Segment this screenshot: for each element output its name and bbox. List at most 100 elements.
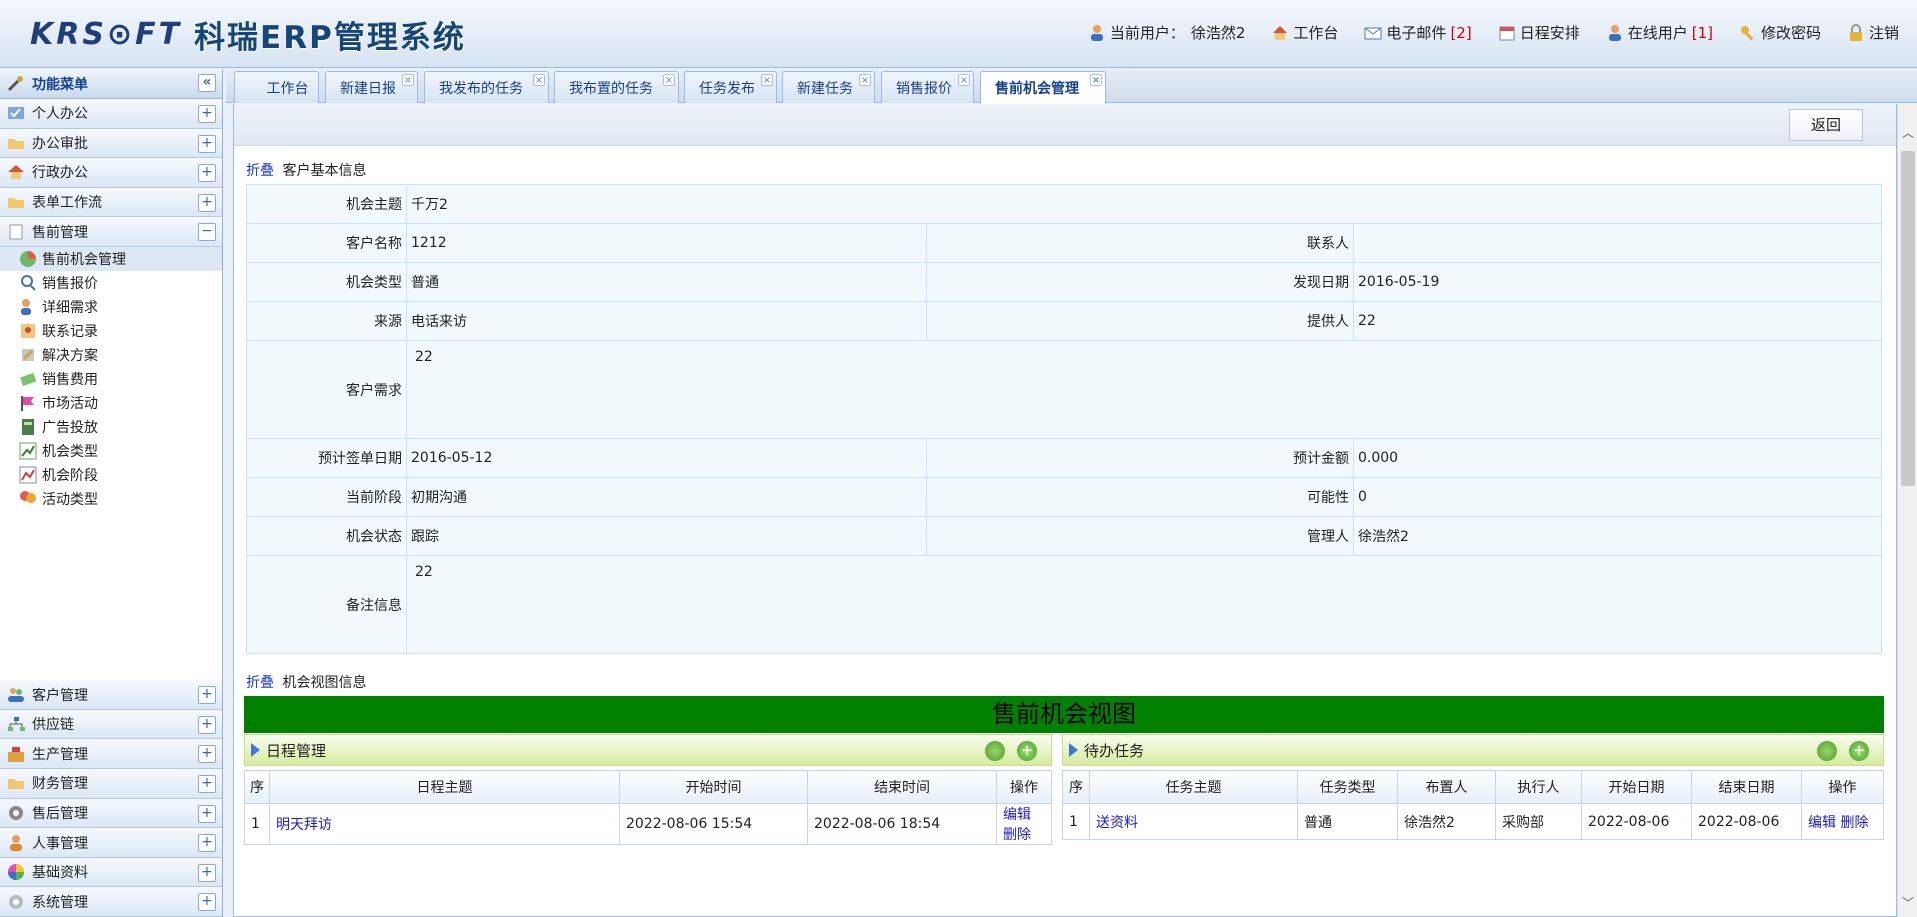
expand-arrow-icon[interactable] <box>251 743 260 757</box>
expand-icon[interactable]: + <box>198 686 216 705</box>
sidebar-item-opportunity[interactable]: 售前机会管理 <box>0 246 222 271</box>
sidebar-item-ads[interactable]: 广告投放 <box>0 415 222 439</box>
field-label: 发现日期 <box>926 262 1354 302</box>
email-link[interactable]: 电子邮件 [2] <box>1364 22 1472 43</box>
column-header: 操作 <box>1801 770 1884 804</box>
sidebar-group-system[interactable]: 系统管理 + <box>0 887 222 917</box>
fold-link[interactable]: 折叠 <box>246 675 274 691</box>
chart-icon <box>19 442 37 460</box>
edit-link[interactable]: 编辑 <box>1808 815 1836 831</box>
collapse-icon[interactable]: − <box>198 223 216 242</box>
tab-workbench[interactable]: 工作台 <box>234 71 319 103</box>
refresh-icon[interactable] <box>1817 741 1837 761</box>
sidebar-group-form-workflow[interactable]: 表单工作流 + <box>0 187 222 218</box>
scroll-down-icon[interactable]: ﹀ <box>1901 894 1915 911</box>
scrollbar-thumb[interactable] <box>1901 151 1915 486</box>
field-label: 联系人 <box>926 223 1354 263</box>
expand-icon[interactable]: + <box>198 863 216 882</box>
field-label: 可能性 <box>926 477 1354 517</box>
expand-icon[interactable]: + <box>198 745 216 764</box>
sidebar-item-quote[interactable]: 销售报价 <box>0 271 222 295</box>
fold-link[interactable]: 折叠 <box>246 163 274 179</box>
tab-sales-quote[interactable]: 销售报价 × <box>881 71 974 103</box>
expand-icon[interactable]: + <box>198 164 216 183</box>
expand-icon[interactable]: + <box>198 804 216 823</box>
edit-link[interactable]: 编辑 <box>1003 807 1031 823</box>
scroll-up-icon[interactable]: ︿ <box>1901 124 1915 141</box>
view-section-title: 折叠 机会视图信息 <box>246 672 366 692</box>
delete-link[interactable]: 删除 <box>1003 827 1031 843</box>
sidebar-group-hr[interactable]: 人事管理 + <box>0 828 222 858</box>
expand-icon[interactable]: + <box>198 193 216 212</box>
sidebar-group-supply-chain[interactable]: 供应链 + <box>0 709 222 740</box>
close-icon[interactable]: × <box>859 74 871 86</box>
expand-icon[interactable]: + <box>198 105 216 123</box>
delete-link[interactable]: 删除 <box>1840 815 1868 831</box>
sidebar-item-opportunity-stages[interactable]: 机会阶段 <box>0 463 222 487</box>
sidebar-item-requirements[interactable]: 详细需求 <box>0 295 222 319</box>
sidebar-group-finance[interactable]: 财务管理 + <box>0 769 222 799</box>
back-button[interactable]: 返回 <box>1789 109 1863 141</box>
tab-bar: 工作台 新建日报 × 我发布的任务 × 我布置的任务 × 任务发布 × 新建任务 × 销售… <box>226 69 1917 104</box>
schedule-panel-header: 日程管理 + <box>244 734 1052 766</box>
sidebar-group-approval[interactable]: 办公审批 + <box>0 128 222 159</box>
schedule-subject-link[interactable]: 明天拜访 <box>276 817 332 833</box>
logout-link[interactable]: 注销 <box>1847 22 1899 43</box>
add-icon[interactable]: + <box>1849 741 1869 761</box>
content-toolbar: 返回 <box>234 104 1896 146</box>
sidebar-item-opportunity-types[interactable]: 机会类型 <box>0 439 222 463</box>
sidebar-item-activity-types[interactable]: 活动类型 <box>0 487 222 511</box>
close-icon[interactable]: × <box>1090 74 1102 86</box>
sidebar-group-personal[interactable]: 个人办公 + <box>0 99 222 129</box>
workbench-link[interactable]: 工作台 <box>1271 22 1338 43</box>
refresh-icon[interactable] <box>985 741 1005 761</box>
task-end-date: 2022-08-06 <box>1691 803 1802 840</box>
sidebar-group-admin[interactable]: 行政办公 + <box>0 158 222 188</box>
sidebar-group-after-sales[interactable]: 售后管理 + <box>0 798 222 829</box>
current-user-name: 徐浩然2 <box>1190 24 1246 42</box>
tab-task-publish[interactable]: 任务发布 × <box>684 71 777 103</box>
add-icon[interactable]: + <box>1017 741 1037 761</box>
pie-chart-icon <box>20 250 36 267</box>
close-icon[interactable]: × <box>663 74 675 86</box>
expand-icon[interactable]: + <box>198 775 216 794</box>
sidebar-group-customers[interactable]: 客户管理 + <box>0 680 222 710</box>
calendar-icon <box>1499 26 1515 40</box>
sidebar-group-production[interactable]: 生产管理 + <box>0 739 222 770</box>
tab-label: 我发布的任务 <box>439 80 523 97</box>
expand-icon[interactable]: + <box>198 834 216 853</box>
tab-my-published-tasks[interactable]: 我发布的任务 × <box>424 71 549 103</box>
expand-icon[interactable]: + <box>198 715 216 734</box>
tab-new-task[interactable]: 新建任务 × <box>782 71 875 103</box>
task-start-date: 2022-08-06 <box>1581 803 1692 840</box>
tab-my-assigned-tasks[interactable]: 我布置的任务 × <box>554 71 679 103</box>
sidebar-item-solutions[interactable]: 解决方案 <box>0 343 222 367</box>
sidebar-item-expenses[interactable]: 销售费用 <box>0 367 222 391</box>
mail-icon <box>1364 27 1382 39</box>
change-password-link[interactable]: 修改密码 <box>1739 22 1821 43</box>
close-icon[interactable]: × <box>958 74 970 86</box>
sidebar-item-contacts[interactable]: 联系记录 <box>0 319 222 343</box>
expand-icon[interactable]: + <box>198 134 216 153</box>
tab-new-daily-report[interactable]: 新建日报 × <box>325 71 418 103</box>
collapse-sidebar-icon[interactable]: « <box>198 74 216 92</box>
close-icon[interactable]: × <box>402 74 414 86</box>
sidebar-item-marketing[interactable]: 市场活动 <box>0 391 222 415</box>
expand-arrow-icon[interactable] <box>1069 743 1078 757</box>
vertical-scrollbar[interactable]: ︿ ﹀ <box>1897 104 1917 917</box>
sidebar-group-presales[interactable]: 售前管理 − <box>0 217 222 247</box>
tab-presales-opportunity[interactable]: 售前机会管理 × <box>980 71 1106 104</box>
schedule-link[interactable]: 日程安排 <box>1498 22 1580 43</box>
checklist-icon <box>8 107 24 120</box>
expand-icon[interactable]: + <box>198 893 216 912</box>
task-subject-link[interactable]: 送资料 <box>1096 815 1138 831</box>
close-icon[interactable]: × <box>761 74 773 86</box>
sidebar-group-basic-data[interactable]: 基础资料 + <box>0 857 222 888</box>
factory-icon <box>8 746 24 762</box>
close-icon[interactable]: × <box>533 74 545 86</box>
email-count: [2] <box>1450 23 1472 42</box>
field-value-manager: 徐浩然2 <box>1353 516 1882 556</box>
field-value-type: 普通 <box>406 262 927 302</box>
online-users-link[interactable]: 在线用户 [1] <box>1606 22 1713 43</box>
person-icon <box>10 834 22 851</box>
